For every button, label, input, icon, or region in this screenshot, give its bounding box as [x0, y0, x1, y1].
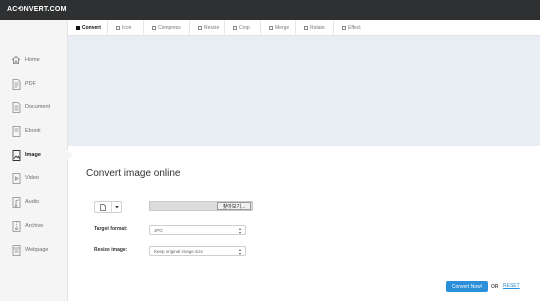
webpage-icon [11, 244, 21, 256]
target-format-label: Target format: [94, 226, 128, 232]
tab-checkbox-icon [76, 26, 80, 30]
sidebar-item-label: Archive [25, 223, 44, 229]
sidebar-item-document[interactable]: Document [0, 97, 67, 117]
tab-checkbox-icon [116, 26, 120, 30]
tab-effect[interactable]: Effect [334, 20, 370, 36]
image-icon [11, 149, 21, 161]
sidebar-item-archive[interactable]: Archive [0, 216, 67, 236]
tab-checkbox-icon [304, 26, 308, 30]
resize-image-value: Keep original image size [154, 248, 204, 254]
site-logo[interactable]: AC⟲NVERT.COM [7, 5, 67, 13]
file-input[interactable]: 찾아보기... [149, 201, 253, 211]
sidebar-item-label: Ebook [25, 128, 41, 134]
tab-checkbox-icon [342, 26, 346, 30]
tab-resize[interactable]: Resize [190, 20, 225, 36]
banner-area [68, 36, 540, 146]
top-bar: AC⟲NVERT.COM [0, 0, 540, 20]
browse-button[interactable]: 찾아보기... [217, 202, 251, 210]
home-icon [11, 55, 21, 66]
tab-checkbox-icon [233, 26, 237, 30]
sidebar-item-label: PDF [25, 81, 36, 87]
file-icon [95, 202, 112, 212]
tab-convert[interactable]: Convert [68, 20, 108, 36]
reset-link[interactable]: RESET [503, 283, 520, 289]
resize-image-select[interactable]: Keep original image size ▴ ▾ [149, 246, 246, 256]
select-arrows-icon: ▴ ▾ [238, 247, 241, 256]
sidebar-item-audio[interactable]: Audio [0, 192, 67, 212]
tab-icon[interactable]: Icon [108, 20, 144, 36]
chevron-down-icon [112, 202, 121, 212]
convert-now-button[interactable]: Convert Now! [446, 281, 488, 292]
sidebar-item-label: Video [25, 175, 39, 181]
sidebar-item-label: Image [25, 152, 41, 158]
tab-crop[interactable]: Crop [225, 20, 261, 36]
select-arrows-icon: ▴ ▾ [238, 226, 241, 235]
sidebar-item-label: Home [25, 57, 40, 63]
sidebar-item-label: Audio [25, 199, 40, 205]
resize-image-label: Resize image: [94, 247, 128, 253]
sidebar-item-image[interactable]: Image [0, 145, 72, 165]
or-text: OR [491, 284, 499, 290]
ebook-icon [11, 125, 21, 137]
tool-tabs: Convert Icon Compress Resize Crop Merge … [68, 20, 540, 36]
sidebar-item-pdf[interactable]: PDF [0, 74, 67, 94]
target-format-select[interactable]: JPG ▴ ▾ [149, 225, 246, 235]
sidebar-item-label: Document [25, 104, 51, 110]
target-format-value: JPG [154, 227, 163, 233]
tab-rotate[interactable]: Rotate [296, 20, 334, 36]
active-indicator [67, 149, 72, 161]
file-source-dropdown[interactable] [94, 201, 122, 213]
document-icon [11, 101, 21, 113]
tab-checkbox-icon [152, 26, 156, 30]
sidebar-item-webpage[interactable]: Webpage [0, 240, 67, 260]
page-title: Convert image online [86, 168, 181, 179]
sidebar-item-ebook[interactable]: Ebook [0, 121, 67, 141]
audio-icon [11, 196, 21, 208]
archive-icon [11, 220, 21, 232]
tab-checkbox-icon [269, 26, 273, 30]
sidebar-item-video[interactable]: Video [0, 168, 67, 188]
tab-checkbox-icon [198, 26, 202, 30]
sidebar: Home PDF Document Ebook Image Video Audi… [0, 20, 72, 301]
video-icon [11, 172, 21, 184]
tab-merge[interactable]: Merge [261, 20, 296, 36]
sidebar-item-home[interactable]: Home [0, 50, 67, 70]
tab-compress[interactable]: Compress [144, 20, 190, 36]
sidebar-item-label: Webpage [25, 247, 49, 253]
pdf-icon [11, 78, 21, 90]
